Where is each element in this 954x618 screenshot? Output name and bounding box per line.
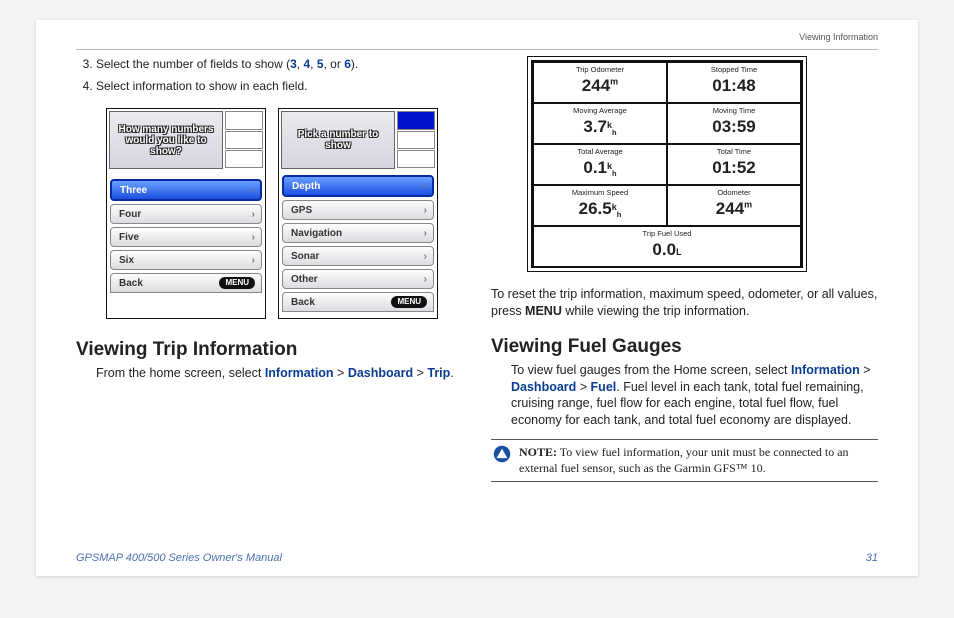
option-list: Three› Four› Five› Six› BackMENU bbox=[107, 171, 265, 299]
footer-manual-title: GPSMAP 400/500 Series Owner's Manual bbox=[76, 552, 282, 564]
note-text: NOTE: To view fuel information, your uni… bbox=[519, 444, 876, 476]
cell-moving-avg: Moving Average3.7kh bbox=[533, 103, 667, 144]
fuel-gauges-body: To view fuel gauges from the Home screen… bbox=[511, 362, 878, 430]
page-header-rule: Viewing Information bbox=[76, 34, 878, 50]
chevron-right-icon: › bbox=[424, 250, 427, 264]
cell-total-time: Total Time01:52 bbox=[667, 144, 801, 185]
preview-slots bbox=[225, 111, 263, 169]
preview-slots bbox=[397, 111, 435, 169]
cell-trip-fuel: Trip Fuel Used0.0L bbox=[533, 226, 801, 267]
option-navigation[interactable]: Navigation› bbox=[282, 223, 434, 243]
chevron-right-icon: › bbox=[252, 254, 255, 268]
trip-info-intro: From the home screen, select Information… bbox=[96, 365, 463, 382]
cell-trip-odometer: Trip Odometer244m bbox=[533, 62, 667, 103]
cell-moving-time: Moving Time03:59 bbox=[667, 103, 801, 144]
breadcrumb: Viewing Information bbox=[799, 32, 878, 42]
trip-info-screenshot: Trip Odometer244m Stopped Time01:48 Movi… bbox=[527, 56, 807, 272]
slot-2 bbox=[397, 131, 435, 149]
option-gps[interactable]: GPS› bbox=[282, 200, 434, 220]
page-footer: GPSMAP 400/500 Series Owner's Manual 31 bbox=[76, 552, 878, 564]
chevron-right-icon: › bbox=[424, 273, 427, 287]
footer-page-number: 31 bbox=[866, 552, 878, 564]
chevron-right-icon: › bbox=[251, 184, 254, 198]
note-triangle-icon bbox=[493, 445, 511, 463]
back-button[interactable]: BackMENU bbox=[282, 292, 434, 312]
option-three[interactable]: Three› bbox=[110, 179, 262, 201]
menu-pill: MENU bbox=[219, 277, 255, 289]
option-six[interactable]: Six› bbox=[110, 250, 262, 270]
option-list: Depth› GPS› Navigation› Sonar› Other› Ba… bbox=[279, 171, 437, 318]
heading-fuel-gauges: Viewing Fuel Gauges bbox=[491, 334, 878, 360]
cell-max-speed: Maximum Speed26.5kh bbox=[533, 185, 667, 226]
screenshot-pair: How many numbers would you like to show?… bbox=[106, 108, 463, 319]
reset-text: To reset the trip information, maximum s… bbox=[491, 286, 878, 320]
chevron-right-icon: › bbox=[252, 231, 255, 245]
slot-2 bbox=[225, 131, 263, 149]
slot-1 bbox=[225, 111, 263, 129]
chevron-right-icon: › bbox=[252, 208, 255, 222]
prompt-message: Pick a number to show bbox=[281, 111, 395, 169]
option-five[interactable]: Five› bbox=[110, 227, 262, 247]
chevron-right-icon: › bbox=[424, 227, 427, 241]
step-3: Select the number of fields to show (3, … bbox=[96, 56, 463, 72]
slot-3 bbox=[397, 150, 435, 168]
cell-stopped-time: Stopped Time01:48 bbox=[667, 62, 801, 103]
slot-3 bbox=[225, 150, 263, 168]
screen-pick-value: Pick a number to show Depth› GPS› Naviga… bbox=[278, 108, 438, 319]
back-button[interactable]: BackMENU bbox=[110, 273, 262, 293]
step-list: Select the number of fields to show (3, … bbox=[82, 56, 463, 94]
slot-1-selected bbox=[397, 111, 435, 129]
option-four[interactable]: Four› bbox=[110, 204, 262, 224]
cell-total-avg: Total Average0.1kh bbox=[533, 144, 667, 185]
menu-pill: MENU bbox=[391, 296, 427, 308]
option-depth[interactable]: Depth› bbox=[282, 175, 434, 197]
cell-odometer: Odometer244m bbox=[667, 185, 801, 226]
manual-page: Viewing Information Select the number of… bbox=[36, 20, 918, 576]
left-column: Select the number of fields to show (3, … bbox=[76, 56, 463, 482]
note-callout: NOTE: To view fuel information, your uni… bbox=[491, 439, 878, 481]
step-4: Select information to show in each field… bbox=[96, 78, 463, 94]
chevron-right-icon: › bbox=[423, 180, 426, 194]
heading-trip-info: Viewing Trip Information bbox=[76, 337, 463, 363]
chevron-right-icon: › bbox=[424, 204, 427, 218]
option-other[interactable]: Other› bbox=[282, 269, 434, 289]
screen-fieldcount: How many numbers would you like to show?… bbox=[106, 108, 266, 319]
right-column: Trip Odometer244m Stopped Time01:48 Movi… bbox=[491, 56, 878, 482]
option-sonar[interactable]: Sonar› bbox=[282, 246, 434, 266]
prompt-message: How many numbers would you like to show? bbox=[109, 111, 223, 169]
